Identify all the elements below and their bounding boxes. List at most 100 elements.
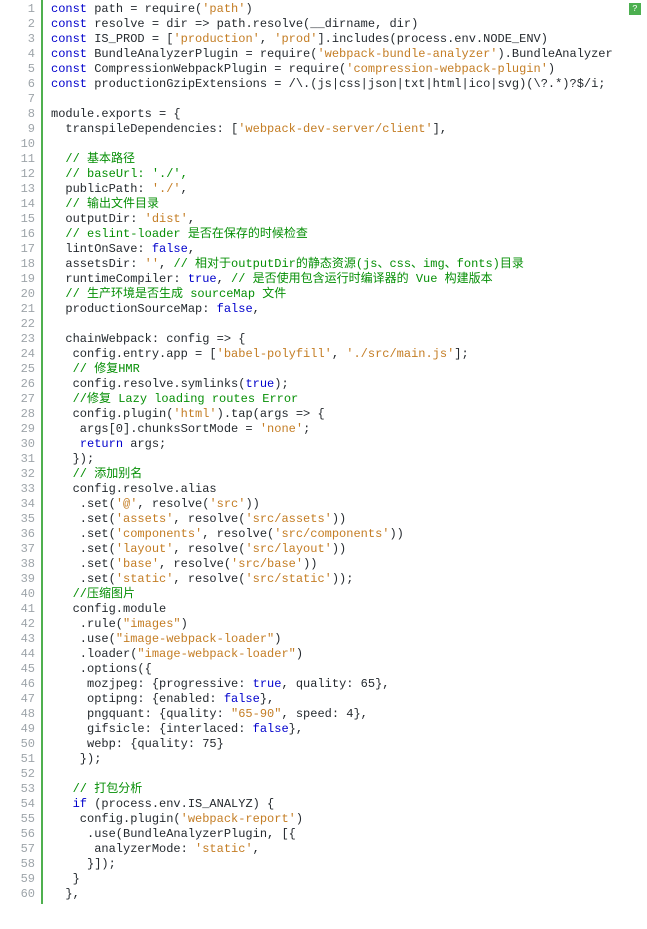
token: false	[224, 692, 260, 706]
token: './src/main.js'	[346, 347, 454, 361]
code-line: const resolve = dir => path.resolve(__di…	[51, 17, 647, 32]
code-line: .set('static', resolve('src/static'));	[51, 572, 647, 587]
token	[51, 797, 73, 811]
line-number: 37	[0, 542, 35, 557]
token: './'	[152, 182, 181, 196]
token: productionGzipExtensions = /\.(js|css|js…	[87, 77, 605, 91]
code-line: });	[51, 752, 647, 767]
token: 'src'	[209, 497, 245, 511]
code-line: module.exports = {	[51, 107, 647, 122]
line-number: 30	[0, 437, 35, 452]
token	[51, 467, 73, 481]
line-number: 21	[0, 302, 35, 317]
token: , resolve(	[137, 497, 209, 511]
line-number-gutter: 1234567891011121314151617181920212223242…	[0, 0, 43, 904]
code-line: chainWebpack: config => {	[51, 332, 647, 347]
token: 'path'	[202, 2, 245, 16]
line-number: 48	[0, 707, 35, 722]
token: //修复 Lazy loading routes Error	[73, 392, 299, 406]
token: //压缩图片	[73, 587, 135, 601]
code-line: if (process.env.IS_ANALYZ) {	[51, 797, 647, 812]
code-line: .use(BundleAnalyzerPlugin, [{	[51, 827, 647, 842]
token: 'prod'	[274, 32, 317, 46]
token: false	[253, 722, 289, 736]
token: return	[80, 437, 123, 451]
line-number: 13	[0, 182, 35, 197]
line-number: 28	[0, 407, 35, 422]
token: ];	[454, 347, 468, 361]
code-line: const CompressionWebpackPlugin = require…	[51, 62, 647, 77]
line-number: 39	[0, 572, 35, 587]
token: )	[245, 2, 252, 16]
line-number: 6	[0, 77, 35, 92]
line-number: 36	[0, 527, 35, 542]
code-line: return args;	[51, 437, 647, 452]
token: .set(	[51, 542, 116, 556]
line-number: 29	[0, 422, 35, 437]
line-number: 53	[0, 782, 35, 797]
token: 'src/assets'	[245, 512, 331, 526]
code-line	[51, 92, 647, 107]
line-number: 51	[0, 752, 35, 767]
token	[51, 587, 73, 601]
line-number: 55	[0, 812, 35, 827]
line-number: 32	[0, 467, 35, 482]
token: true	[188, 272, 217, 286]
line-number: 31	[0, 452, 35, 467]
token: , speed: 4},	[281, 707, 367, 721]
line-number: 10	[0, 137, 35, 152]
line-number: 47	[0, 692, 35, 707]
token: )	[274, 632, 281, 646]
token: true	[253, 677, 282, 691]
token: )	[296, 647, 303, 661]
token: lintOnSave:	[51, 242, 152, 256]
token: .loader(	[51, 647, 137, 661]
token: module.exports = {	[51, 107, 181, 121]
token: outputDir:	[51, 212, 145, 226]
token: ))	[245, 497, 259, 511]
collapse-badge[interactable]: ?	[629, 3, 641, 15]
line-number: 60	[0, 887, 35, 902]
token: webp: {quality: 75}	[51, 737, 224, 751]
token: .use(	[51, 632, 116, 646]
token: ,	[253, 302, 260, 316]
token: .set(	[51, 527, 116, 541]
line-number: 57	[0, 842, 35, 857]
token: // 是否使用包含运行时编译器的 Vue 构建版本	[231, 272, 493, 286]
token: true	[245, 377, 274, 391]
token: 'src/base'	[231, 557, 303, 571]
line-number: 59	[0, 872, 35, 887]
token: const	[51, 17, 87, 31]
line-number: 9	[0, 122, 35, 137]
code-line: // 生产环境是否生成 sourceMap 文件	[51, 287, 647, 302]
line-number: 58	[0, 857, 35, 872]
token: , resolve(	[173, 572, 245, 586]
line-number: 38	[0, 557, 35, 572]
token: ;	[303, 422, 310, 436]
token: "images"	[123, 617, 181, 631]
token: config.plugin(	[51, 812, 181, 826]
token: });	[51, 752, 101, 766]
code-line: config.plugin('webpack-report')	[51, 812, 647, 827]
token	[51, 392, 73, 406]
token: 'webpack-report'	[181, 812, 296, 826]
code-line	[51, 317, 647, 332]
code-line	[51, 767, 647, 782]
line-number: 22	[0, 317, 35, 332]
code-area: const path = require('path')const resolv…	[43, 0, 647, 904]
code-line: transpileDependencies: ['webpack-dev-ser…	[51, 122, 647, 137]
code-line: assetsDir: '', // 相对于outputDir的静态资源(js、c…	[51, 257, 647, 272]
code-line: config.resolve.alias	[51, 482, 647, 497]
token: publicPath:	[51, 182, 152, 196]
token: ],	[433, 122, 447, 136]
code-line: // 打包分析	[51, 782, 647, 797]
token: ,	[181, 182, 188, 196]
line-number: 42	[0, 617, 35, 632]
token: 'compression-webpack-plugin'	[346, 62, 548, 76]
token: BundleAnalyzerPlugin = require(	[87, 47, 317, 61]
token: .rule(	[51, 617, 123, 631]
token: ).BundleAnalyzer	[497, 47, 612, 61]
token: mozjpeg: {progressive:	[51, 677, 253, 691]
line-number: 52	[0, 767, 35, 782]
token: ).tap(args => {	[217, 407, 325, 421]
